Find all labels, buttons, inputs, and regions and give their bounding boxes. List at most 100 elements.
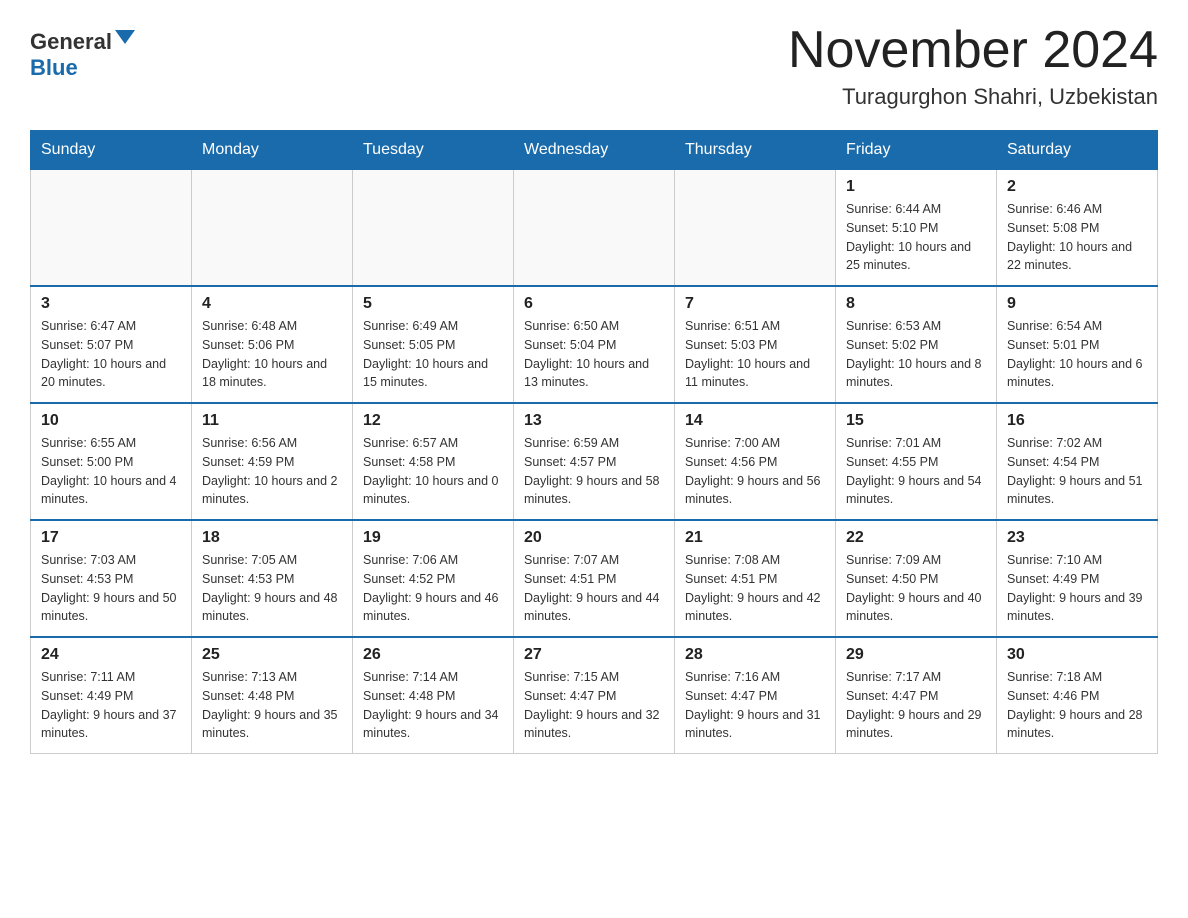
day-number: 1: [846, 178, 986, 196]
day-info: Sunrise: 7:05 AMSunset: 4:53 PMDaylight:…: [202, 551, 342, 626]
day-number: 4: [202, 295, 342, 313]
day-info: Sunrise: 6:44 AMSunset: 5:10 PMDaylight:…: [846, 200, 986, 275]
day-info: Sunrise: 7:01 AMSunset: 4:55 PMDaylight:…: [846, 434, 986, 509]
table-row: 16 Sunrise: 7:02 AMSunset: 4:54 PMDayligh…: [997, 403, 1158, 520]
table-row: 21 Sunrise: 7:08 AMSunset: 4:51 PMDayligh…: [675, 520, 836, 637]
table-row: 17Sunrise: 7:03 AMSunset: 4:53 PMDayligh…: [31, 520, 192, 637]
table-row: 8 Sunrise: 6:53 AMSunset: 5:02 PMDaylight…: [836, 286, 997, 403]
table-row: 26 Sunrise: 7:14 AMSunset: 4:48 PMDayligh…: [353, 637, 514, 754]
day-info: Sunrise: 6:47 AMSunset: 5:07 PMDaylight:…: [41, 317, 181, 392]
col-friday: Friday: [836, 131, 997, 170]
day-number: 28: [685, 646, 825, 664]
calendar-week-row: 1 Sunrise: 6:44 AMSunset: 5:10 PMDaylight…: [31, 170, 1158, 287]
day-number: 2: [1007, 178, 1147, 196]
logo-triangle-icon: [115, 30, 135, 44]
day-number: 5: [363, 295, 503, 313]
table-row: 28Sunrise: 7:16 AMSunset: 4:47 PMDayligh…: [675, 637, 836, 754]
table-row: 20 Sunrise: 7:07 AMSunset: 4:51 PMDayligh…: [514, 520, 675, 637]
logo-text-blue: Blue: [30, 55, 78, 81]
day-info: Sunrise: 7:02 AMSunset: 4:54 PMDaylight:…: [1007, 434, 1147, 509]
calendar-week-row: 10Sunrise: 6:55 AMSunset: 5:00 PMDayligh…: [31, 403, 1158, 520]
day-number: 23: [1007, 529, 1147, 547]
day-number: 21: [685, 529, 825, 547]
table-row: [192, 170, 353, 287]
table-row: 22Sunrise: 7:09 AMSunset: 4:50 PMDayligh…: [836, 520, 997, 637]
day-number: 9: [1007, 295, 1147, 313]
day-number: 11: [202, 412, 342, 430]
table-row: 2 Sunrise: 6:46 AMSunset: 5:08 PMDaylight…: [997, 170, 1158, 287]
table-row: 30 Sunrise: 7:18 AMSunset: 4:46 PMDayligh…: [997, 637, 1158, 754]
day-info: Sunrise: 6:48 AMSunset: 5:06 PMDaylight:…: [202, 317, 342, 392]
day-info: Sunrise: 7:13 AMSunset: 4:48 PMDaylight:…: [202, 668, 342, 743]
day-number: 12: [363, 412, 503, 430]
table-row: 24 Sunrise: 7:11 AMSunset: 4:49 PMDayligh…: [31, 637, 192, 754]
table-row: 1 Sunrise: 6:44 AMSunset: 5:10 PMDaylight…: [836, 170, 997, 287]
table-row: 7 Sunrise: 6:51 AMSunset: 5:03 PMDaylight…: [675, 286, 836, 403]
day-info: Sunrise: 7:09 AMSunset: 4:50 PMDaylight:…: [846, 551, 986, 626]
day-number: 7: [685, 295, 825, 313]
day-info: Sunrise: 6:51 AMSunset: 5:03 PMDaylight:…: [685, 317, 825, 392]
day-info: Sunrise: 7:17 AMSunset: 4:47 PMDaylight:…: [846, 668, 986, 743]
day-number: 3: [41, 295, 181, 313]
table-row: 15Sunrise: 7:01 AMSunset: 4:55 PMDayligh…: [836, 403, 997, 520]
day-number: 14: [685, 412, 825, 430]
col-sunday: Sunday: [31, 131, 192, 170]
table-row: [514, 170, 675, 287]
day-number: 6: [524, 295, 664, 313]
day-number: 17: [41, 529, 181, 547]
day-info: Sunrise: 7:11 AMSunset: 4:49 PMDaylight:…: [41, 668, 181, 743]
logo: General Blue: [30, 20, 135, 81]
day-number: 16: [1007, 412, 1147, 430]
day-number: 26: [363, 646, 503, 664]
day-info: Sunrise: 7:07 AMSunset: 4:51 PMDaylight:…: [524, 551, 664, 626]
col-wednesday: Wednesday: [514, 131, 675, 170]
table-row: 25 Sunrise: 7:13 AMSunset: 4:48 PMDayligh…: [192, 637, 353, 754]
table-row: 13Sunrise: 6:59 AMSunset: 4:57 PMDayligh…: [514, 403, 675, 520]
page-header: General Blue November 2024 Turagurghon S…: [30, 20, 1158, 110]
day-info: Sunrise: 6:56 AMSunset: 4:59 PMDaylight:…: [202, 434, 342, 509]
day-info: Sunrise: 7:10 AMSunset: 4:49 PMDaylight:…: [1007, 551, 1147, 626]
table-row: 19Sunrise: 7:06 AMSunset: 4:52 PMDayligh…: [353, 520, 514, 637]
table-row: 3 Sunrise: 6:47 AMSunset: 5:07 PMDaylight…: [31, 286, 192, 403]
day-number: 10: [41, 412, 181, 430]
day-info: Sunrise: 6:54 AMSunset: 5:01 PMDaylight:…: [1007, 317, 1147, 392]
table-row: [31, 170, 192, 287]
logo-text-general: General: [30, 31, 112, 53]
calendar-week-row: 17Sunrise: 7:03 AMSunset: 4:53 PMDayligh…: [31, 520, 1158, 637]
day-info: Sunrise: 6:50 AMSunset: 5:04 PMDaylight:…: [524, 317, 664, 392]
day-number: 24: [41, 646, 181, 664]
title-block: November 2024 Turagurghon Shahri, Uzbeki…: [788, 20, 1158, 110]
table-row: 27Sunrise: 7:15 AMSunset: 4:47 PMDayligh…: [514, 637, 675, 754]
day-info: Sunrise: 7:15 AMSunset: 4:47 PMDaylight:…: [524, 668, 664, 743]
col-tuesday: Tuesday: [353, 131, 514, 170]
day-info: Sunrise: 6:53 AMSunset: 5:02 PMDaylight:…: [846, 317, 986, 392]
day-number: 8: [846, 295, 986, 313]
table-row: 6 Sunrise: 6:50 AMSunset: 5:04 PMDaylight…: [514, 286, 675, 403]
day-number: 30: [1007, 646, 1147, 664]
day-info: Sunrise: 7:14 AMSunset: 4:48 PMDaylight:…: [363, 668, 503, 743]
table-row: 5 Sunrise: 6:49 AMSunset: 5:05 PMDaylight…: [353, 286, 514, 403]
day-number: 19: [363, 529, 503, 547]
table-row: 12Sunrise: 6:57 AMSunset: 4:58 PMDayligh…: [353, 403, 514, 520]
table-row: 10Sunrise: 6:55 AMSunset: 5:00 PMDayligh…: [31, 403, 192, 520]
table-row: 23 Sunrise: 7:10 AMSunset: 4:49 PMDayligh…: [997, 520, 1158, 637]
day-number: 29: [846, 646, 986, 664]
day-info: Sunrise: 6:59 AMSunset: 4:57 PMDaylight:…: [524, 434, 664, 509]
calendar-header-row: Sunday Monday Tuesday Wednesday Thursday…: [31, 131, 1158, 170]
calendar-week-row: 3 Sunrise: 6:47 AMSunset: 5:07 PMDaylight…: [31, 286, 1158, 403]
day-info: Sunrise: 7:00 AMSunset: 4:56 PMDaylight:…: [685, 434, 825, 509]
table-row: [353, 170, 514, 287]
day-number: 25: [202, 646, 342, 664]
day-number: 20: [524, 529, 664, 547]
day-info: Sunrise: 7:18 AMSunset: 4:46 PMDaylight:…: [1007, 668, 1147, 743]
calendar-week-row: 24 Sunrise: 7:11 AMSunset: 4:49 PMDayligh…: [31, 637, 1158, 754]
day-info: Sunrise: 7:08 AMSunset: 4:51 PMDaylight:…: [685, 551, 825, 626]
day-info: Sunrise: 6:49 AMSunset: 5:05 PMDaylight:…: [363, 317, 503, 392]
month-title: November 2024: [788, 20, 1158, 80]
day-info: Sunrise: 6:46 AMSunset: 5:08 PMDaylight:…: [1007, 200, 1147, 275]
table-row: 4 Sunrise: 6:48 AMSunset: 5:06 PMDaylight…: [192, 286, 353, 403]
table-row: [675, 170, 836, 287]
table-row: 11 Sunrise: 6:56 AMSunset: 4:59 PMDayligh…: [192, 403, 353, 520]
calendar-table: Sunday Monday Tuesday Wednesday Thursday…: [30, 130, 1158, 754]
col-saturday: Saturday: [997, 131, 1158, 170]
